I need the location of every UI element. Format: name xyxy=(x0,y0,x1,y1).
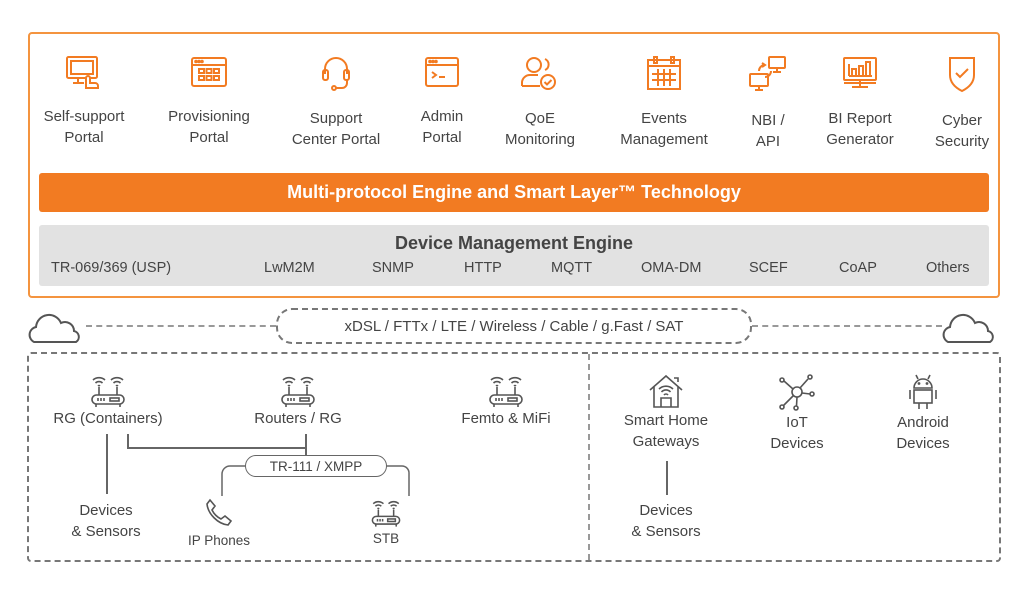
protocol-snmp: SNMP xyxy=(372,260,414,276)
device-devices-sensors-left[interactable]: Devices & Sensors xyxy=(56,500,156,542)
app-label-line2: Portal xyxy=(422,129,462,146)
router-icon xyxy=(91,376,125,407)
connector-rg-to-router xyxy=(127,447,306,449)
device-iot-devices[interactable]: IoT Devices xyxy=(752,372,842,454)
app-label-line2: Monitoring xyxy=(504,131,576,148)
device-label-line2: & Sensors xyxy=(71,523,141,540)
connector-rg-down xyxy=(127,434,129,448)
app-self-support-portal[interactable]: Self-support Portal xyxy=(24,54,144,148)
tr111-xmpp-pill: TR-111 / XMPP xyxy=(245,455,387,477)
app-qoe-monitoring[interactable]: QoE Monitoring xyxy=(480,54,600,150)
connector-tr111-to-stb xyxy=(386,465,410,496)
device-label-line1: Devices xyxy=(79,502,133,519)
protocol-oma-dm: OMA-DM xyxy=(641,260,702,276)
protocol-scef: SCEF xyxy=(749,260,788,276)
bar-chart-monitor-icon xyxy=(843,57,877,88)
app-label-line1: Events xyxy=(641,110,687,127)
device-label-line2: & Sensors xyxy=(631,523,701,540)
protocol-lwm2m: LwM2M xyxy=(264,260,315,276)
protocol-mqtt: MQTT xyxy=(551,260,593,276)
multi-protocol-engine-bar: Multi-protocol Engine and Smart Layer™ T… xyxy=(39,173,989,212)
phone-icon xyxy=(206,498,233,526)
device-stb[interactable]: STB xyxy=(358,498,414,549)
device-label: STB xyxy=(372,531,400,546)
touch-monitor-icon xyxy=(66,56,99,89)
devices-panel-divider xyxy=(588,354,590,560)
device-label: RG (Containers) xyxy=(53,410,163,427)
router-icon xyxy=(371,501,401,527)
device-ip-phones[interactable]: IP Phones xyxy=(176,496,262,551)
app-label-line2: Generator xyxy=(826,131,894,148)
connector-line-left xyxy=(86,325,276,327)
app-label-line2: Center Portal xyxy=(291,131,381,148)
device-management-engine-title: Device Management Engine xyxy=(394,233,634,253)
app-label-line2: Portal xyxy=(189,129,229,146)
device-label-line1: Devices xyxy=(639,502,693,519)
router-icon xyxy=(489,376,523,407)
app-events-management[interactable]: Events Management xyxy=(604,54,724,150)
app-label-line2: API xyxy=(755,133,781,150)
device-label: IP Phones xyxy=(187,533,251,548)
app-label-line2: Security xyxy=(934,133,990,150)
app-label-line1: Support xyxy=(309,110,363,127)
device-rg-containers[interactable]: RG (Containers) xyxy=(50,374,166,429)
sync-monitors-icon xyxy=(749,56,786,91)
app-label-line2: Portal xyxy=(64,129,104,146)
protocol-others: Others xyxy=(926,260,970,276)
protocol-http: HTTP xyxy=(464,260,502,276)
app-provisioning-portal[interactable]: Provisioning Portal xyxy=(149,54,269,148)
device-label-line2: Gateways xyxy=(632,433,700,450)
app-label-line2: Management xyxy=(620,131,708,148)
headset-icon xyxy=(322,57,350,91)
connector-router-to-tr111 xyxy=(305,434,307,456)
app-label-line1: Provisioning xyxy=(168,108,250,125)
app-label-line1: Cyber xyxy=(941,112,982,129)
app-support-center-portal[interactable]: Support Center Portal xyxy=(276,54,396,150)
device-management-engine-panel: Device Management Engine TR-069/369 (USP… xyxy=(39,225,989,286)
device-devices-sensors-right[interactable]: Devices & Sensors xyxy=(616,500,716,542)
connector-line-right xyxy=(752,325,942,327)
device-label: Femto & MiFi xyxy=(461,410,551,427)
app-label-line1: Self-support xyxy=(43,108,125,125)
app-label-line1: NBI / xyxy=(751,112,785,129)
device-label-line1: IoT xyxy=(786,414,808,431)
app-label-line1: Admin xyxy=(420,108,464,125)
device-label-line1: Smart Home xyxy=(623,412,709,429)
protocol-coap: CoAP xyxy=(839,260,877,276)
device-smart-home-gateways[interactable]: Smart Home Gateways xyxy=(610,372,722,452)
device-label-line2: Devices xyxy=(896,435,950,452)
protocol-tr069: TR-069/369 (USP) xyxy=(51,260,172,276)
device-label: Routers / RG xyxy=(254,410,342,427)
device-label-line1: Android xyxy=(897,414,949,431)
connector-tr111-to-phone xyxy=(221,465,246,496)
iot-network-icon xyxy=(779,374,815,411)
app-cyber-security[interactable]: Cyber Security xyxy=(902,54,1022,152)
connector-rg-to-devices xyxy=(106,434,108,494)
router-icon xyxy=(281,376,315,407)
access-network-label: xDSL / FTTx / LTE / Wireless / Cable / g… xyxy=(344,317,684,335)
device-femto-mifi[interactable]: Femto & MiFi xyxy=(446,374,566,429)
browser-grid-icon xyxy=(191,57,227,87)
terminal-window-icon xyxy=(425,57,459,87)
user-check-icon xyxy=(521,57,556,90)
app-label-line1: BI Report xyxy=(828,110,892,127)
engine-bar-label: Multi-protocol Engine and Smart Layer™ T… xyxy=(287,182,741,202)
device-android-devices[interactable]: Android Devices xyxy=(878,372,968,454)
app-label-line1: QoE xyxy=(524,110,555,127)
calendar-icon xyxy=(647,56,681,90)
android-icon xyxy=(909,374,937,409)
connector-gateway-to-devices xyxy=(666,461,668,495)
device-routers-rg[interactable]: Routers / RG xyxy=(240,374,356,429)
access-network-pill: xDSL / FTTx / LTE / Wireless / Cable / g… xyxy=(276,308,752,344)
cloud-icon xyxy=(28,313,80,343)
device-label-line2: Devices xyxy=(770,435,824,452)
tr111-label: TR-111 / XMPP xyxy=(269,458,363,474)
cloud-icon xyxy=(942,313,994,343)
smart-home-icon xyxy=(649,374,683,408)
shield-check-icon xyxy=(949,57,975,93)
